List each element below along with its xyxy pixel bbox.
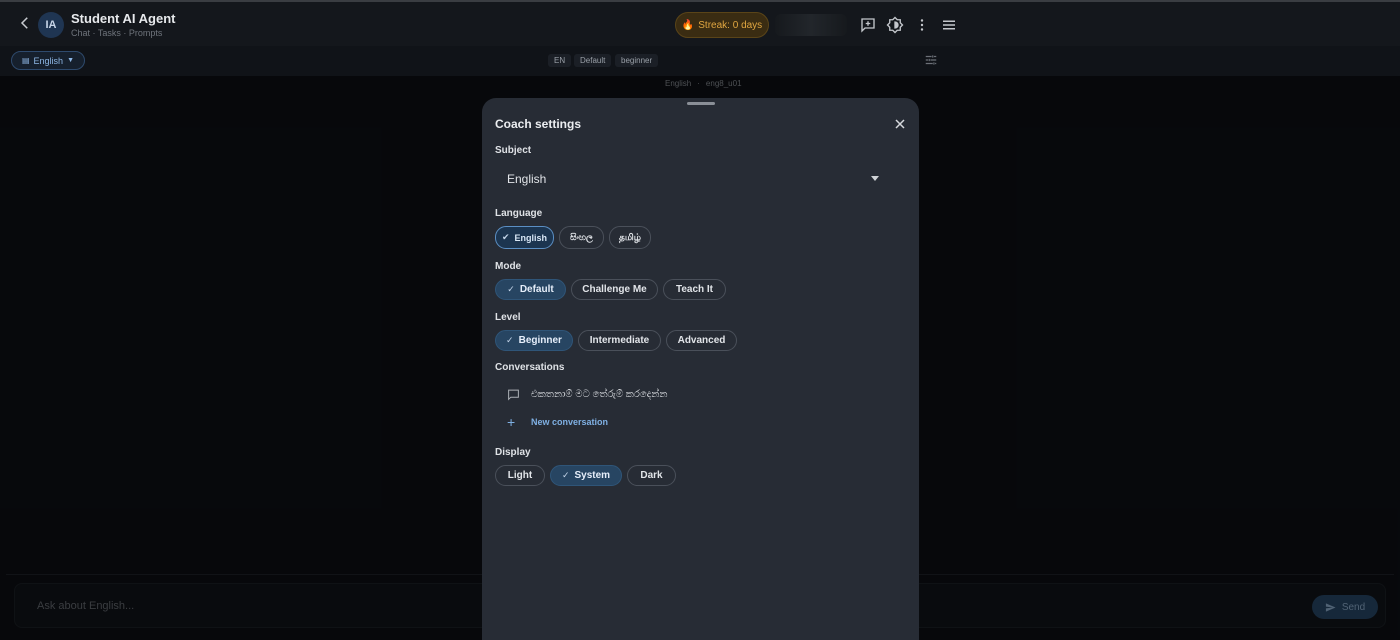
close-icon[interactable] xyxy=(892,116,908,132)
conversations-label: Conversations xyxy=(495,362,565,373)
display-chip-dark[interactable]: Dark xyxy=(627,465,676,486)
level-chip-label: Beginner xyxy=(518,335,562,346)
conversation-item[interactable]: එකතනාම් මට තේරුම් කරදෙන්න xyxy=(495,384,905,406)
check-icon: ✓ xyxy=(507,284,515,294)
new-conversation-label: New conversation xyxy=(531,417,609,427)
language-chip-label: සිංහල xyxy=(570,232,593,242)
level-chip-intermediate[interactable]: Intermediate xyxy=(578,330,661,351)
language-pill-label: English xyxy=(33,55,64,66)
sheet-title: Coach settings xyxy=(495,117,582,131)
streak-badge[interactable]: 🔥 Streak: 0 days xyxy=(675,12,769,38)
tag-language: EN xyxy=(548,54,572,67)
sub-bar xyxy=(0,46,1400,76)
tag-mode: Default xyxy=(574,54,612,67)
flame-icon: 🔥 xyxy=(681,19,695,31)
display-chip-system[interactable]: ✓ System xyxy=(550,465,622,486)
language-label: Language xyxy=(495,208,543,219)
mode-chip-challenge[interactable]: Challenge Me xyxy=(571,279,658,300)
mode-chip-default[interactable]: ✓ Default xyxy=(495,279,566,300)
conversation-title: එකතනාම් මට තේරුම් කරදෙන්න xyxy=(531,389,668,400)
language-chip-label: English xyxy=(514,232,548,243)
avatar[interactable]: IA xyxy=(38,12,64,38)
coach-settings-sheet: Coach settings Subject English Language … xyxy=(482,98,919,640)
plus-icon: + xyxy=(507,414,516,430)
language-chip-tamil[interactable]: தமிழ் xyxy=(609,226,651,249)
app-title: Student AI Agent xyxy=(71,11,176,26)
check-icon: ✓ xyxy=(561,470,570,480)
language-chip-label: தமிழ் xyxy=(619,231,641,242)
language-pill[interactable]: ▤ English ▼ xyxy=(11,51,85,70)
check-circle-icon: ✔ xyxy=(501,232,510,242)
display-label: Display xyxy=(495,447,531,458)
more-vert-icon[interactable] xyxy=(913,16,931,34)
mode-chip-label: Default xyxy=(519,284,554,295)
mode-chip-label: Challenge Me xyxy=(582,284,647,295)
top-bar: IA Student AI Agent Chat · Tasks · Promp… xyxy=(0,0,1400,46)
display-chip-label: Dark xyxy=(640,470,663,481)
tune-icon[interactable] xyxy=(924,53,938,67)
mode-label: Mode xyxy=(495,261,522,272)
display-chip-light[interactable]: Light xyxy=(495,465,545,486)
add-chat-icon[interactable] xyxy=(859,16,877,34)
flag-icon: ▤ xyxy=(21,56,30,65)
subject-label: Subject xyxy=(495,145,532,156)
level-chip-advanced[interactable]: Advanced xyxy=(666,330,737,351)
menu-icon[interactable] xyxy=(940,16,958,34)
tag-level: beginner xyxy=(615,54,659,67)
level-chip-label: Advanced xyxy=(677,335,726,346)
drag-handle[interactable] xyxy=(687,102,715,105)
app-subtitle: Chat · Tasks · Prompts xyxy=(71,28,163,38)
back-arrow-icon[interactable] xyxy=(16,14,34,32)
level-chip-beginner[interactable]: ✓ Beginner xyxy=(495,330,573,351)
subject-value: English xyxy=(507,172,547,186)
new-conversation-button[interactable]: + New conversation xyxy=(495,412,635,432)
streak-label: Streak: 0 days xyxy=(698,19,763,31)
dropdown-caret-icon xyxy=(871,176,879,181)
language-chip-english[interactable]: ✔ English xyxy=(495,226,554,249)
chat-bubble-icon xyxy=(508,389,519,401)
level-label: Level xyxy=(495,312,521,323)
display-chip-label: System xyxy=(574,470,611,481)
blurred-user-info xyxy=(775,14,847,36)
chevron-down-icon: ▼ xyxy=(67,57,75,64)
mode-chip-teach[interactable]: Teach It xyxy=(663,279,726,300)
brightness-icon[interactable] xyxy=(886,16,904,34)
display-chip-label: Light xyxy=(507,470,533,481)
mode-chip-label: Teach It xyxy=(675,284,714,295)
language-chip-sinhala[interactable]: සිංහල xyxy=(559,226,604,249)
subject-select[interactable]: English xyxy=(495,165,905,193)
check-icon: ✓ xyxy=(506,335,514,345)
level-chip-label: Intermediate xyxy=(589,335,650,346)
